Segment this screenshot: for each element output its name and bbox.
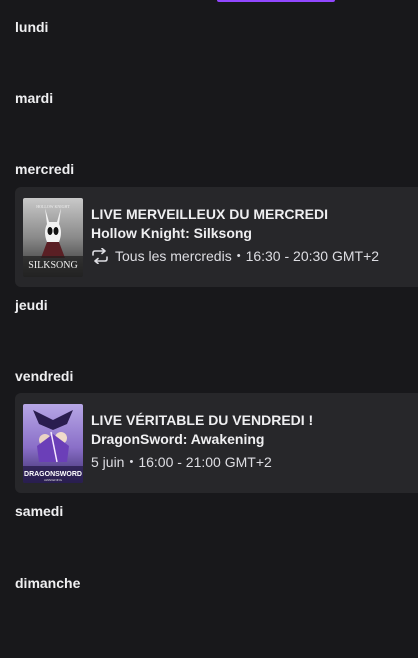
event-when: Tous les mercredis (115, 248, 232, 264)
event-time: 16:30 - 20:30 GMT+2 (245, 248, 380, 264)
day-label-samedi: samedi (15, 503, 64, 519)
repeat-icon (91, 247, 109, 265)
schedule-event-wednesday[interactable]: HOLLOW KNIGHT SILKSONG LIVE MERVEILLEUX … (15, 187, 418, 287)
cover-small-text: AWAKENING (44, 478, 63, 482)
day-label-mardi: mardi (15, 90, 54, 106)
cover-small-text: HOLLOW KNIGHT (36, 204, 70, 209)
event-title[interactable]: LIVE VÉRITABLE DU VENDREDI ! (91, 412, 313, 428)
day-label-mercredi: mercredi (15, 161, 75, 177)
event-title[interactable]: LIVE MERVEILLEUX DU MERCREDI (91, 206, 328, 222)
event-schedule: Tous les mercredis • 16:30 - 20:30 GMT+2 (91, 247, 380, 265)
active-tab-indicator (217, 0, 335, 2)
cover-title-text: DRAGONSWORD (24, 471, 82, 478)
day-label-lundi: lundi (15, 19, 49, 35)
event-schedule: 5 juin • 16:00 - 21:00 GMT+2 (91, 454, 272, 470)
separator-dot: • (129, 456, 134, 468)
game-cover-dragonsword[interactable]: DRAGONSWORD AWAKENING (23, 404, 83, 483)
event-time: 16:00 - 21:00 GMT+2 (138, 454, 272, 470)
separator-dot: • (236, 250, 241, 262)
event-when: 5 juin (91, 454, 125, 470)
event-game[interactable]: Hollow Knight: Silksong (91, 225, 252, 241)
day-label-jeudi: jeudi (15, 297, 48, 313)
schedule-event-friday[interactable]: DRAGONSWORD AWAKENING LIVE VÉRITABLE DU … (15, 393, 418, 493)
cover-title-text: SILKSONG (28, 260, 77, 271)
event-game[interactable]: DragonSword: Awakening (91, 431, 264, 447)
day-label-vendredi: vendredi (15, 368, 74, 384)
day-label-dimanche: dimanche (15, 575, 81, 591)
game-cover-silksong[interactable]: HOLLOW KNIGHT SILKSONG (23, 198, 83, 277)
